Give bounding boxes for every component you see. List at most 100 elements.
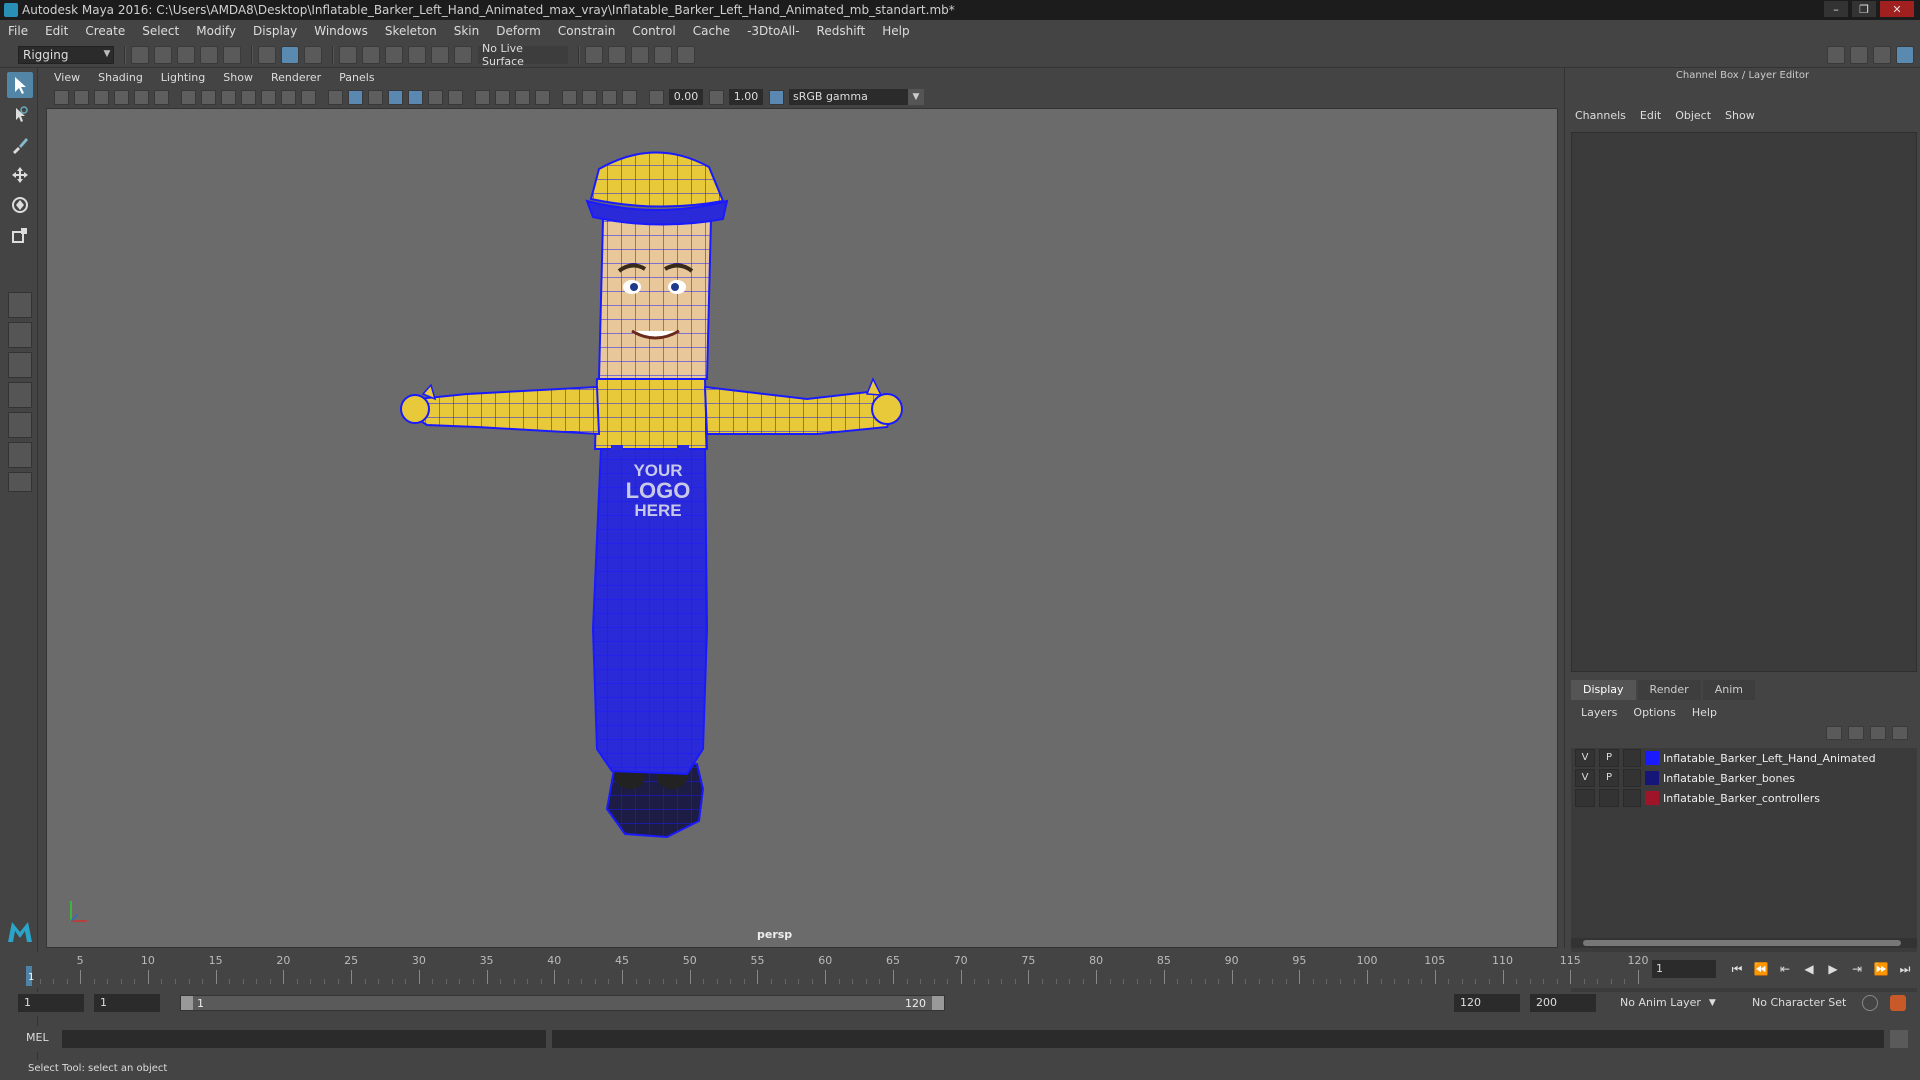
visibility-toggle[interactable]: V bbox=[1575, 749, 1595, 767]
perspective-viewport[interactable]: YOUR LOGO HERE persp bbox=[46, 108, 1558, 948]
tab-render[interactable]: Render bbox=[1637, 680, 1701, 700]
layer-color-swatch[interactable] bbox=[1645, 771, 1659, 785]
film-gate-icon[interactable] bbox=[201, 89, 216, 105]
menu-skeleton[interactable]: Skeleton bbox=[385, 24, 437, 38]
xray-joints-icon[interactable] bbox=[602, 89, 617, 105]
menu-set-selector[interactable]: Rigging ▼ bbox=[18, 45, 114, 64]
move-tool-button[interactable] bbox=[7, 162, 33, 188]
playback-toggle[interactable]: P bbox=[1599, 749, 1619, 767]
viewport-menu-lighting[interactable]: Lighting bbox=[161, 71, 205, 84]
attribute-editor-icon[interactable] bbox=[1850, 45, 1868, 64]
snap-live-icon[interactable] bbox=[454, 45, 472, 64]
snap-curve-icon[interactable] bbox=[362, 45, 380, 64]
range-end-handle[interactable] bbox=[932, 996, 944, 1010]
hypershade-icon[interactable] bbox=[654, 45, 672, 64]
layer-horizontal-scrollbar[interactable] bbox=[1571, 938, 1917, 948]
move-layer-down-icon[interactable] bbox=[1848, 726, 1864, 740]
modeling-toolkit-icon[interactable] bbox=[1827, 45, 1845, 64]
menu-file[interactable]: File bbox=[8, 24, 28, 38]
grid-icon[interactable] bbox=[181, 89, 196, 105]
play-backwards-icon[interactable]: ◀ bbox=[1800, 960, 1818, 978]
bookmark-icon[interactable] bbox=[94, 89, 109, 105]
viewport-menu-view[interactable]: View bbox=[54, 71, 80, 84]
gamma-icon[interactable] bbox=[709, 89, 724, 105]
color-management-icon[interactable] bbox=[769, 89, 784, 105]
visibility-toggle[interactable] bbox=[1575, 789, 1595, 807]
view-transform-select[interactable]: sRGB gamma ▼ bbox=[789, 89, 924, 105]
select-tool-button[interactable] bbox=[7, 72, 33, 98]
persp-graph-layout-button[interactable] bbox=[8, 382, 32, 408]
live-surface-field[interactable]: No Live Surface bbox=[478, 42, 568, 68]
current-frame-field[interactable]: 1 bbox=[1652, 960, 1716, 978]
ipr-render-icon[interactable] bbox=[608, 45, 626, 64]
rotate-tool-button[interactable] bbox=[7, 192, 33, 218]
tab-anim[interactable]: Anim bbox=[1702, 680, 1755, 700]
use-all-lights-icon[interactable] bbox=[428, 89, 443, 105]
safe-action-icon[interactable] bbox=[281, 89, 296, 105]
isolate-select-icon[interactable] bbox=[562, 89, 577, 105]
menu-windows[interactable]: Windows bbox=[314, 24, 368, 38]
layers-menu[interactable]: Layers bbox=[1581, 706, 1617, 719]
new-scene-icon[interactable] bbox=[131, 45, 149, 64]
render-view-icon[interactable] bbox=[677, 45, 695, 64]
tool-settings-icon[interactable] bbox=[1873, 45, 1891, 64]
layer-row[interactable]: V P Inflatable_Barker_bones bbox=[1571, 768, 1917, 788]
animation-end-field[interactable]: 200 bbox=[1530, 994, 1596, 1012]
camera-attributes-icon[interactable] bbox=[74, 89, 89, 105]
persp-outliner-layout-button[interactable] bbox=[8, 352, 32, 378]
scale-tool-button[interactable] bbox=[7, 222, 33, 248]
menu-help[interactable]: Help bbox=[882, 24, 909, 38]
menu-select[interactable]: Select bbox=[142, 24, 179, 38]
playback-start-field[interactable]: 1 bbox=[94, 994, 160, 1012]
xray-icon[interactable] bbox=[582, 89, 597, 105]
default-material-icon[interactable] bbox=[368, 89, 383, 105]
gate-mask-icon[interactable] bbox=[241, 89, 256, 105]
go-to-start-icon[interactable]: ⏮ bbox=[1728, 960, 1746, 978]
safe-title-icon[interactable] bbox=[301, 89, 316, 105]
select-object-icon[interactable] bbox=[281, 45, 299, 64]
close-button[interactable]: ✕ bbox=[1880, 1, 1914, 17]
exposure-icon[interactable] bbox=[649, 89, 664, 105]
menu-constrain[interactable]: Constrain bbox=[558, 24, 616, 38]
go-to-end-icon[interactable]: ⏭ bbox=[1896, 960, 1914, 978]
select-component-icon[interactable] bbox=[304, 45, 322, 64]
layer-row[interactable]: Inflatable_Barker_controllers bbox=[1571, 788, 1917, 808]
persp-graph-hypergraph-layout-button[interactable] bbox=[8, 442, 32, 468]
menu-cache[interactable]: Cache bbox=[693, 24, 730, 38]
channel-box-icon[interactable] bbox=[1896, 45, 1914, 64]
motion-blur-icon[interactable] bbox=[495, 89, 510, 105]
auto-key-icon[interactable] bbox=[1862, 995, 1878, 1011]
menu-create[interactable]: Create bbox=[85, 24, 125, 38]
play-forwards-icon[interactable]: ▶ bbox=[1824, 960, 1842, 978]
render-frame-icon[interactable] bbox=[585, 45, 603, 64]
range-bar[interactable]: 1 120 bbox=[180, 995, 945, 1011]
wireframe-on-shaded-icon[interactable] bbox=[388, 89, 403, 105]
two-d-pan-zoom-icon[interactable] bbox=[134, 89, 149, 105]
undo-icon[interactable] bbox=[200, 45, 218, 64]
tab-display[interactable]: Display bbox=[1571, 680, 1636, 700]
new-layer-icon[interactable] bbox=[1870, 726, 1886, 740]
display-type-toggle[interactable] bbox=[1623, 769, 1641, 787]
render-settings-icon[interactable] bbox=[631, 45, 649, 64]
select-hierarchy-icon[interactable] bbox=[258, 45, 276, 64]
help-menu[interactable]: Help bbox=[1692, 706, 1717, 719]
move-layer-up-icon[interactable] bbox=[1826, 726, 1842, 740]
layer-color-swatch[interactable] bbox=[1645, 791, 1659, 805]
menu-redshift[interactable]: Redshift bbox=[817, 24, 866, 38]
snap-view-plane-icon[interactable] bbox=[408, 45, 426, 64]
scrollbar-thumb[interactable] bbox=[1583, 940, 1901, 946]
wireframe-icon[interactable] bbox=[328, 89, 343, 105]
animation-preferences-icon[interactable] bbox=[1890, 995, 1906, 1011]
step-back-key-icon[interactable]: ⏪ bbox=[1752, 960, 1770, 978]
select-camera-icon[interactable] bbox=[54, 89, 69, 105]
gamma-field[interactable]: 1.00 bbox=[729, 89, 763, 105]
viewport-menu-show[interactable]: Show bbox=[223, 71, 253, 84]
ambient-occlusion-icon[interactable] bbox=[475, 89, 490, 105]
display-type-toggle[interactable] bbox=[1623, 749, 1641, 767]
playback-toggle[interactable] bbox=[1599, 789, 1619, 807]
textured-icon[interactable] bbox=[408, 89, 423, 105]
snap-grid-icon[interactable] bbox=[339, 45, 357, 64]
menu-3dtoall[interactable]: -3DtoAll- bbox=[747, 24, 799, 38]
visibility-toggle[interactable]: V bbox=[1575, 769, 1595, 787]
image-plane-icon[interactable] bbox=[114, 89, 129, 105]
